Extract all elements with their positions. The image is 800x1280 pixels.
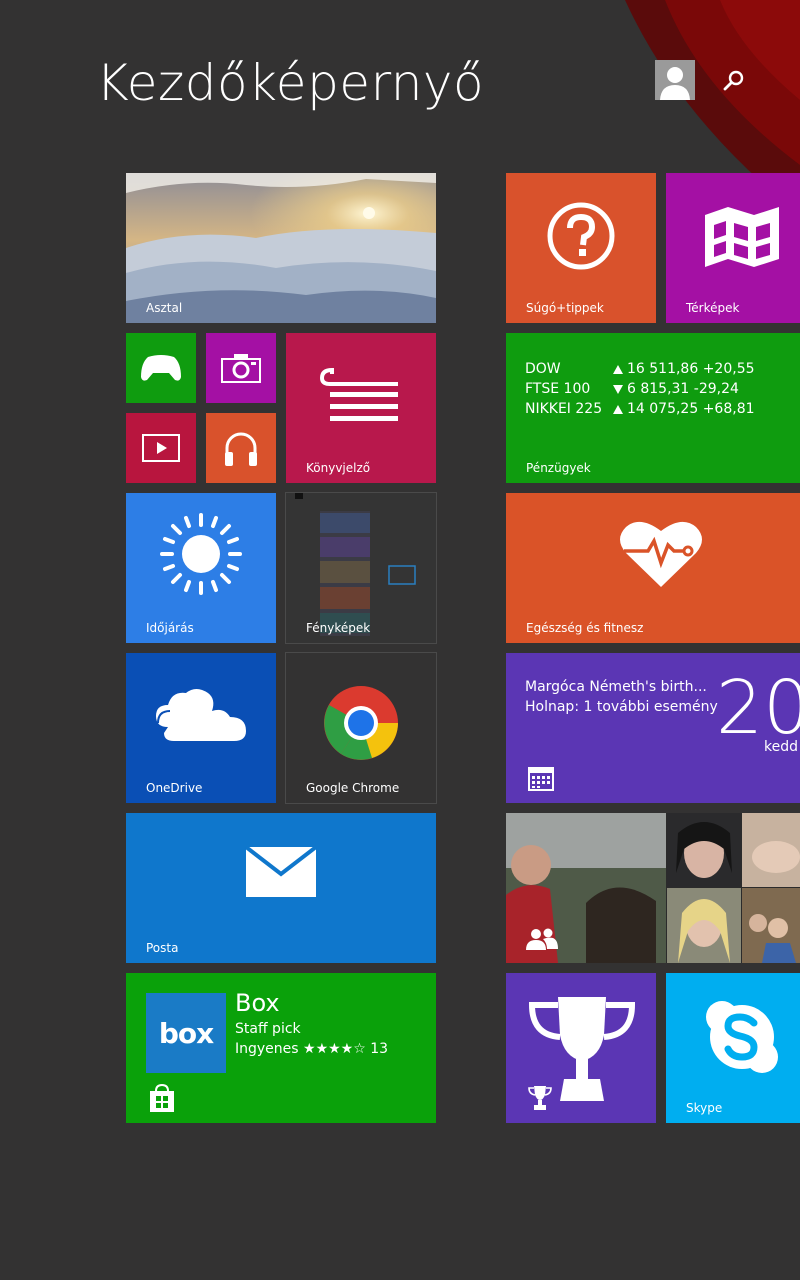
calendar-detail: Holnap: 1 további esemény	[525, 699, 718, 715]
down-arrow-icon	[613, 384, 623, 394]
store-rating-count: 13	[370, 1041, 389, 1057]
cloud-icon	[156, 689, 246, 741]
store-app-price: Ingyenes	[235, 1041, 299, 1057]
envelope-icon	[245, 846, 317, 897]
up-arrow-icon	[613, 364, 623, 374]
tile-camera[interactable]	[206, 333, 276, 403]
tile-people[interactable]	[506, 813, 800, 963]
user-icon	[660, 67, 690, 100]
stock-value: 6 815,31 -29,24	[627, 381, 739, 397]
headphones-icon	[225, 432, 257, 466]
page-title: Kezdőképernyő	[96, 54, 485, 112]
stock-value: 14 075,25 +68,81	[627, 401, 755, 417]
store-bag-icon	[150, 1083, 174, 1112]
tile-label: Pénzügyek	[526, 461, 591, 475]
tile-label: Időjárás	[146, 621, 194, 635]
tile-label: Asztal	[146, 301, 183, 315]
stock-name: DOW	[525, 361, 561, 377]
tile-calendar[interactable]: Margóca Németh's birth... Holnap: 1 tová…	[506, 653, 800, 803]
search-icon	[723, 70, 744, 91]
calendar-event: Margóca Németh's birth...	[525, 679, 707, 695]
stock-row: NIKKEI 225 14 075,25 +68,81	[525, 399, 755, 419]
stock-name: FTSE 100	[525, 381, 591, 397]
store-app-name: Box	[235, 989, 280, 1017]
tile-mail[interactable]: Posta	[126, 813, 436, 963]
tile-label: Súgó+tippek	[526, 301, 604, 315]
store-app-subtitle: Staff pick	[235, 1021, 301, 1037]
tile-finance[interactable]: DOW 16 511,86 +20,55 FTSE 100 6 815,31 -…	[506, 333, 800, 483]
tile-desktop[interactable]: Asztal	[126, 173, 436, 323]
tile-health-fitness[interactable]: Egészség és fitnesz	[506, 493, 800, 643]
tile-label: Google Chrome	[306, 781, 400, 795]
tile-games[interactable]	[126, 333, 196, 403]
tile-help[interactable]: Súgó+tippek	[506, 173, 656, 323]
store-rating-stars: ★★★★☆	[303, 1041, 366, 1057]
tile-video[interactable]	[126, 413, 196, 483]
tile-label: Skype	[686, 1101, 723, 1115]
reading-list-icon	[320, 368, 398, 421]
skype-logo-icon	[706, 1001, 778, 1073]
stock-value: 16 511,86 +20,55	[627, 361, 755, 377]
stock-row: FTSE 100 6 815,31 -29,24	[525, 379, 755, 399]
tile-maps[interactable]: Térképek	[666, 173, 800, 323]
help-question-icon	[547, 202, 615, 270]
tile-skype[interactable]: Skype	[666, 973, 800, 1123]
tile-sports[interactable]	[506, 973, 656, 1123]
store-app-price-rating: Ingyenes ★★★★☆ 13	[235, 1041, 388, 1057]
box-app-logo: box	[146, 993, 226, 1073]
map-icon	[705, 207, 779, 267]
tile-label: OneDrive	[146, 781, 203, 795]
stock-name: NIKKEI 225	[525, 401, 603, 417]
up-arrow-icon	[613, 404, 623, 414]
tile-label: Posta	[146, 941, 179, 955]
small-trophy-icon	[528, 1086, 552, 1110]
tile-photos[interactable]: Fényképek	[285, 492, 437, 644]
chrome-logo-icon	[324, 686, 398, 760]
calendar-icon	[528, 767, 554, 791]
tile-label: Könyvjelző	[306, 461, 371, 475]
stock-list: DOW 16 511,86 +20,55 FTSE 100 6 815,31 -…	[525, 359, 755, 419]
tile-reading-list[interactable]: Könyvjelző	[286, 333, 436, 483]
user-avatar[interactable]	[655, 60, 695, 100]
stock-row: DOW 16 511,86 +20,55	[525, 359, 755, 379]
camera-icon	[221, 354, 261, 383]
people-icon	[526, 928, 558, 950]
tile-label: Térképek	[686, 301, 740, 315]
calendar-weekday: kedd	[764, 739, 798, 755]
tile-chrome[interactable]: Google Chrome	[285, 652, 437, 804]
tile-label: Egészség és fitnesz	[526, 621, 644, 635]
sun-icon	[160, 513, 242, 595]
video-icon	[142, 434, 180, 462]
tile-music[interactable]	[206, 413, 276, 483]
tile-onedrive[interactable]: OneDrive	[126, 653, 276, 803]
tile-label: Fényképek	[306, 621, 371, 635]
xbox-controller-icon	[141, 355, 181, 381]
tile-weather[interactable]: Időjárás	[126, 493, 276, 643]
search-button[interactable]	[718, 64, 750, 96]
heart-icon	[620, 521, 702, 587]
tile-store[interactable]: box Box Staff pick Ingyenes ★★★★☆ 13	[126, 973, 436, 1123]
